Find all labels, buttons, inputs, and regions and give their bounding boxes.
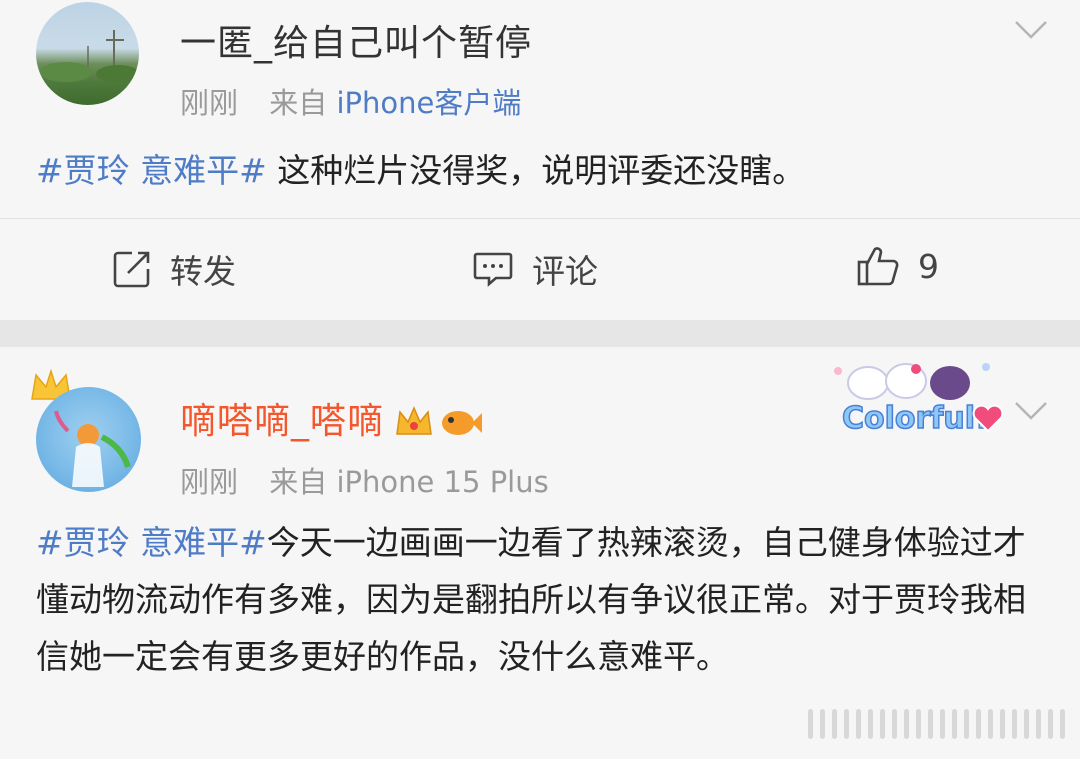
username-text[interactable]: 嘀嗒嘀_嗒嘀 (180, 401, 384, 442)
username[interactable]: 嘀嗒嘀_嗒嘀 (180, 392, 483, 444)
avatar-image (54, 410, 131, 487)
badge-label: Colorful! (841, 400, 989, 437)
post-card-1: 一匿_给自己叫个暂停 刚刚 来自 iPhone客户端 #贾玲 意难平# 这种烂片… (0, 0, 1080, 320)
comment-icon (473, 252, 513, 287)
fish-icon (442, 411, 483, 435)
text-overflow-indicator (808, 709, 1065, 739)
post-meta: 刚刚 来自 iPhone 15 Plus (180, 459, 549, 501)
comment-label: 评论 (532, 252, 598, 291)
post-card-2: 嘀嗒嘀_嗒嘀 刚刚 来自 iPhone 15 Plus Colorful! #贾… (0, 347, 1080, 759)
repost-label: 转发 (170, 252, 236, 291)
like-count: 9 (918, 246, 939, 286)
source-device: iPhone 15 Plus (336, 465, 549, 499)
avatar[interactable] (36, 387, 141, 492)
timestamp: 刚刚 (180, 465, 239, 499)
source-prefix: 来自 (269, 86, 328, 120)
thumbs-up-icon (857, 247, 899, 286)
avatar-image (40, 30, 139, 83)
decoration-badge[interactable]: Colorful! (818, 351, 1006, 451)
repost-button[interactable]: 转发 (112, 245, 236, 293)
comment-button[interactable]: 评论 (472, 245, 598, 293)
hashtag-link[interactable]: #贾玲 意难平# (36, 151, 267, 190)
hashtag-link[interactable]: #贾玲 意难平# (36, 523, 267, 562)
divider (0, 218, 1080, 219)
crown-badge-icon (396, 406, 432, 435)
like-button[interactable]: 9 (856, 245, 939, 287)
chevron-down-icon[interactable] (1014, 20, 1048, 40)
post-text: #贾玲 意难平#今天一边画画一边看了热辣滚烫，自己健身体验过才懂动物流动作有多难… (36, 514, 1044, 685)
post-text: #贾玲 意难平# 这种烂片没得奖，说明评委还没瞎。 (36, 142, 1044, 199)
source-prefix: 来自 (269, 465, 328, 499)
post-body: 这种烂片没得奖，说明评委还没瞎。 (266, 151, 806, 190)
repost-icon (113, 251, 150, 288)
heart-icon (972, 404, 1004, 433)
avatar[interactable] (36, 2, 139, 105)
source-client[interactable]: iPhone客户端 (336, 86, 521, 120)
feed-separator (0, 320, 1080, 347)
timestamp: 刚刚 (180, 86, 239, 120)
username[interactable]: 一匿_给自己叫个暂停 (180, 14, 532, 66)
chevron-down-icon[interactable] (1014, 401, 1048, 421)
post-meta: 刚刚 来自 iPhone客户端 (180, 80, 521, 122)
